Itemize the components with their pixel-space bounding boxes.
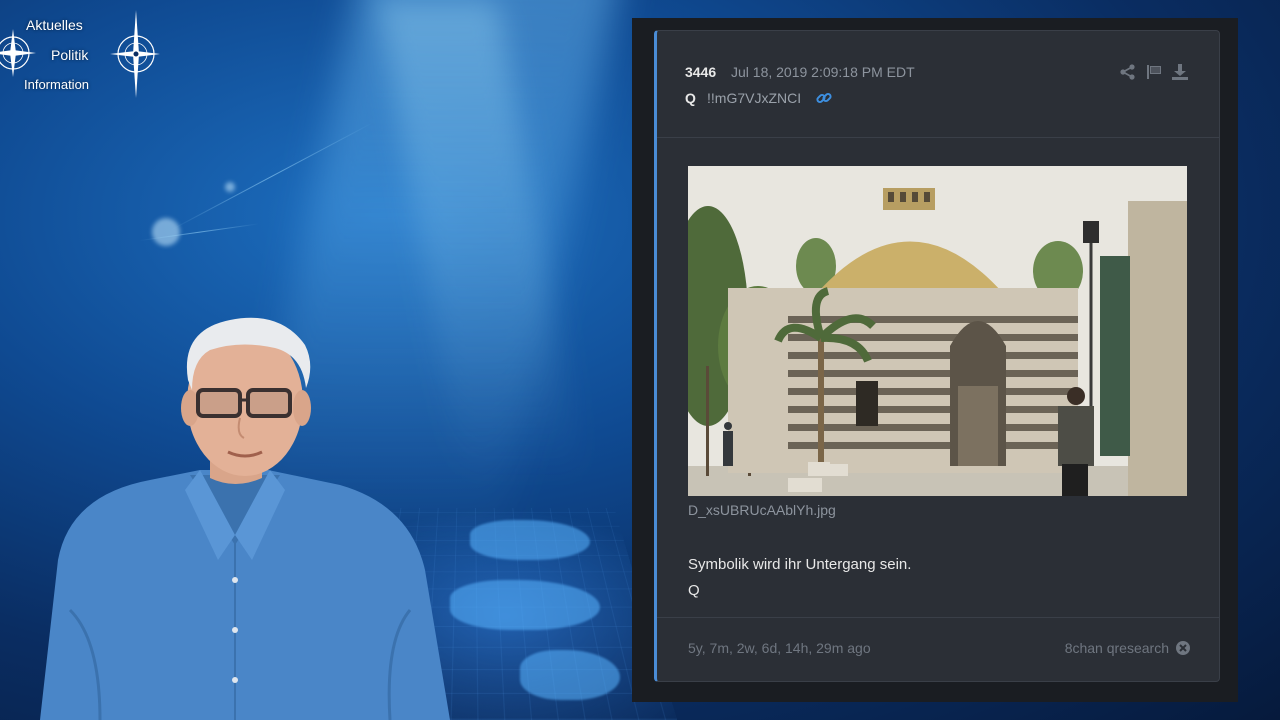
world-map-land — [450, 580, 600, 630]
lens-flare — [152, 218, 180, 246]
logo-line-3: Information — [24, 77, 90, 92]
link-icon[interactable] — [815, 89, 833, 107]
lens-flare — [225, 182, 235, 192]
post-author: Q — [685, 90, 696, 106]
download-icon[interactable] — [1171, 63, 1189, 81]
channel-logo: Aktuelles Politik Information — [0, 4, 160, 104]
post-header: 3446 Jul 18, 2019 2:09:18 PM EDT Q !!mG7… — [657, 31, 1219, 138]
post-date: Jul 18, 2019 2:09:18 PM EDT — [731, 64, 915, 80]
post-image[interactable] — [688, 166, 1187, 496]
close-circle-icon[interactable] — [1175, 640, 1191, 656]
image-filename[interactable]: D_xsUBRUcAAblYh.jpg — [688, 502, 836, 518]
post-source[interactable]: 8chan qresearch — [1065, 640, 1169, 656]
post-panel: 3446 Jul 18, 2019 2:09:18 PM EDT Q !!mG7… — [632, 18, 1238, 702]
post-message: Symbolik wird ihr Untergang sein. Q — [688, 552, 911, 604]
logo-line-1: Aktuelles — [26, 17, 83, 33]
post-age: 5y, 7m, 2w, 6d, 14h, 29m ago — [688, 640, 871, 656]
logo-line-2: Politik — [51, 47, 89, 63]
compass-icon — [110, 10, 160, 98]
world-map-land — [470, 520, 590, 560]
share-icon[interactable] — [1119, 63, 1137, 81]
world-map-land — [520, 650, 620, 700]
post-footer: 5y, 7m, 2w, 6d, 14h, 29m ago 8chan qrese… — [657, 617, 1219, 681]
presenter — [40, 317, 450, 720]
message-line: Symbolik wird ihr Untergang sein. — [688, 556, 912, 573]
message-signature: Q — [688, 582, 700, 599]
post-card: 3446 Jul 18, 2019 2:09:18 PM EDT Q !!mG7… — [654, 30, 1220, 682]
post-tripcode: !!mG7VJxZNCI — [707, 90, 802, 106]
flag-icon[interactable] — [1145, 63, 1163, 81]
post-number[interactable]: 3446 — [685, 64, 716, 80]
post-body: D_xsUBRUcAAblYh.jpg Symbolik wird ihr Un… — [657, 138, 1219, 616]
